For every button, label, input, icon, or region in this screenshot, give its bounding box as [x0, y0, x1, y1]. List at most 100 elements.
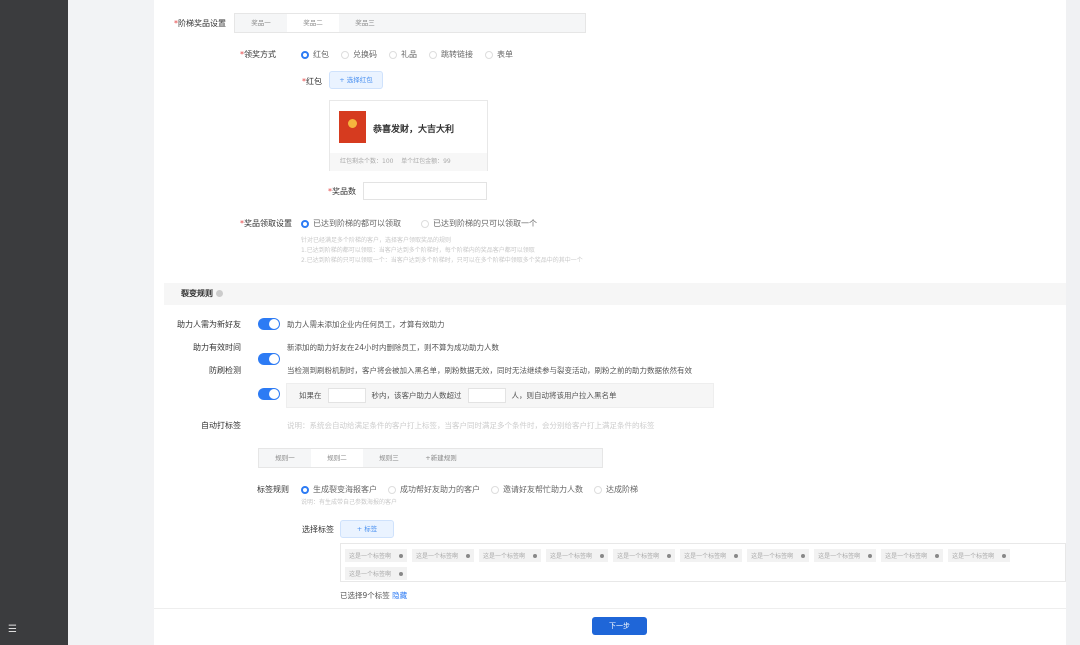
autotag-desc: 说明：系统会自动给满足条件的客户打上标签，当客户同时满足多个条件时，会分别给客户… — [287, 421, 655, 430]
valid-time-toggle[interactable] — [258, 353, 280, 365]
radio-option[interactable]: 礼品 — [389, 49, 417, 60]
anti-brush-toggle[interactable] — [258, 388, 280, 400]
tag-label: 这是一个标签啊 — [952, 553, 995, 560]
tag-remove-icon[interactable] — [868, 553, 873, 558]
radio-label: 礼品 — [401, 50, 417, 59]
tag-chip: 这是一个标签啊 — [948, 549, 1011, 562]
radio-option[interactable]: 表单 — [485, 49, 513, 60]
tag-label: 这是一个标签啊 — [550, 553, 593, 560]
new-friend-desc: 助力人需未添加企业内任何员工，才算有效助力 — [287, 320, 445, 329]
radio-option[interactable]: 达成阶梯 — [594, 484, 638, 495]
tab-item[interactable]: 规则三 — [363, 449, 415, 467]
radio-option[interactable]: 成功帮好友助力的客户 — [388, 484, 480, 495]
tab-item[interactable]: 奖品一 — [235, 14, 287, 32]
radio-label: 红包 — [313, 50, 329, 59]
sidebar: ☰ — [0, 0, 68, 645]
fission-title: 裂变规则 — [181, 289, 213, 298]
claim-hint: 2.已达到阶梯的只可以领取一个：当客户达到多个阶梯时，只可以在多个阶梯中领取多个… — [301, 257, 583, 264]
radio-label: 表单 — [497, 50, 513, 59]
radio-icon[interactable] — [421, 219, 429, 228]
tag-chip: 这是一个标签啊 — [546, 549, 609, 562]
menu-collapse-icon[interactable]: ☰ — [8, 624, 17, 635]
prize-count-label: *奖品数 — [328, 187, 356, 196]
tag-label: 这是一个标签啊 — [885, 553, 928, 560]
anti-brush-desc: 当检测到刷粉机制时，客户将会被加入黑名单，刷粉数据无效，同时无法继续参与裂变活动… — [287, 366, 692, 375]
radio-option[interactable]: 跳转链接 — [429, 49, 473, 60]
radio-icon[interactable] — [388, 485, 396, 494]
radio-option[interactable]: 红包 — [301, 49, 329, 60]
radio-icon[interactable] — [429, 50, 437, 59]
tab-item[interactable]: 奖品二 — [287, 14, 339, 32]
redpacket-amount: 单个红包金额：99 — [401, 158, 451, 165]
tag-label: 这是一个标签啊 — [617, 553, 660, 560]
tag-rule-radios: 生成裂变海报客户 成功帮好友助力的客户 邀请好友帮忙助力人数 达成阶梯 — [301, 484, 638, 495]
select-redpacket-button[interactable]: + 选择红包 — [329, 71, 383, 89]
seconds-input[interactable] — [327, 388, 366, 403]
autotag-label: 自动打标签 — [201, 421, 241, 430]
footer: 下一步 — [154, 608, 1066, 645]
tag-remove-icon[interactable] — [600, 553, 605, 558]
radio-icon[interactable] — [301, 219, 309, 228]
tag-chip: 这是一个标签啊 — [881, 549, 944, 562]
next-button[interactable]: 下一步 — [592, 617, 647, 635]
tag-label: 这是一个标签啊 — [416, 553, 459, 560]
radio-icon[interactable] — [594, 485, 602, 494]
radio-option[interactable]: 已达到阶梯的只可以领取一个 — [421, 218, 537, 229]
people-input[interactable] — [467, 388, 506, 403]
radio-label: 已达到阶梯的只可以领取一个 — [433, 219, 537, 228]
new-friend-toggle[interactable] — [258, 318, 280, 330]
tag-remove-icon[interactable] — [466, 553, 471, 558]
valid-time-label: 助力有效时间 — [193, 343, 241, 352]
tag-label: 这是一个标签啊 — [684, 553, 727, 560]
radio-option[interactable]: 生成裂变海报客户 — [301, 484, 377, 495]
tag-remove-icon[interactable] — [1002, 553, 1007, 558]
tag-chip: 这是一个标签啊 — [680, 549, 743, 562]
radio-option[interactable]: 已达到阶梯的都可以领取 — [301, 218, 401, 229]
help-icon[interactable] — [215, 290, 223, 297]
tab-item[interactable]: 规则一 — [259, 449, 311, 467]
redpacket-card: 恭喜发财，大吉大利 红包剩余个数：100 单个红包金额：99 — [329, 100, 488, 171]
select-tag-label: 选择标签 — [302, 525, 334, 534]
tag-chip: 这是一个标签啊 — [613, 549, 676, 562]
method-label: *领奖方式 — [240, 50, 276, 59]
prize-count-input[interactable] — [363, 182, 487, 200]
radio-label: 已达到阶梯的都可以领取 — [313, 219, 401, 228]
prize-setting-label: *阶梯奖品设置 — [174, 19, 226, 28]
radio-icon[interactable] — [301, 485, 309, 494]
radio-label: 达成阶梯 — [606, 485, 638, 494]
radio-icon[interactable] — [301, 50, 309, 59]
tag-remove-icon[interactable] — [734, 553, 739, 558]
tag-remove-icon[interactable] — [801, 553, 806, 558]
anti-brush-label: 防刷检测 — [209, 366, 241, 375]
tag-label: 这是一个标签啊 — [349, 553, 392, 560]
tag-chip: 这是一个标签啊 — [479, 549, 542, 562]
hide-link[interactable]: 隐藏 — [392, 591, 407, 600]
radio-option[interactable]: 兑换码 — [341, 49, 377, 60]
redpacket-title: 恭喜发财，大吉大利 — [373, 125, 455, 135]
tag-remove-icon[interactable] — [935, 553, 940, 558]
claim-radios: 已达到阶梯的都可以领取 已达到阶梯的只可以领取一个 — [301, 218, 537, 229]
radio-label: 跳转链接 — [441, 50, 473, 59]
tab-item[interactable]: 奖品三 — [339, 14, 391, 32]
tag-remove-icon[interactable] — [667, 553, 672, 558]
tag-chip: 这是一个标签啊 — [747, 549, 810, 562]
tag-remove-icon[interactable] — [399, 571, 404, 576]
anti-mid: 秒内，该客户助力人数超过 — [371, 391, 462, 400]
radio-icon[interactable] — [491, 485, 499, 494]
selected-count: 已选择9个标签 隐藏 — [340, 590, 407, 601]
radio-icon[interactable] — [389, 50, 397, 59]
tab-item[interactable]: 规则二 — [311, 449, 363, 467]
radio-option[interactable]: 邀请好友帮忙助力人数 — [491, 484, 583, 495]
tag-label: 这是一个标签啊 — [818, 553, 861, 560]
radio-icon[interactable] — [341, 50, 349, 59]
tag-remove-icon[interactable] — [399, 553, 404, 558]
radio-label: 邀请好友帮忙助力人数 — [503, 485, 583, 494]
add-tag-button[interactable]: + 标签 — [340, 520, 394, 538]
method-radios: 红包 兑换码 礼品 跳转链接 表单 — [301, 49, 513, 60]
tag-remove-icon[interactable] — [533, 553, 538, 558]
tag-chip: 这是一个标签啊 — [412, 549, 475, 562]
tag-label: 这是一个标签啊 — [483, 553, 526, 560]
radio-icon[interactable] — [485, 50, 493, 59]
redpacket-remaining: 红包剩余个数：100 — [340, 158, 394, 165]
tab-item[interactable]: +新建规则 — [415, 449, 467, 467]
